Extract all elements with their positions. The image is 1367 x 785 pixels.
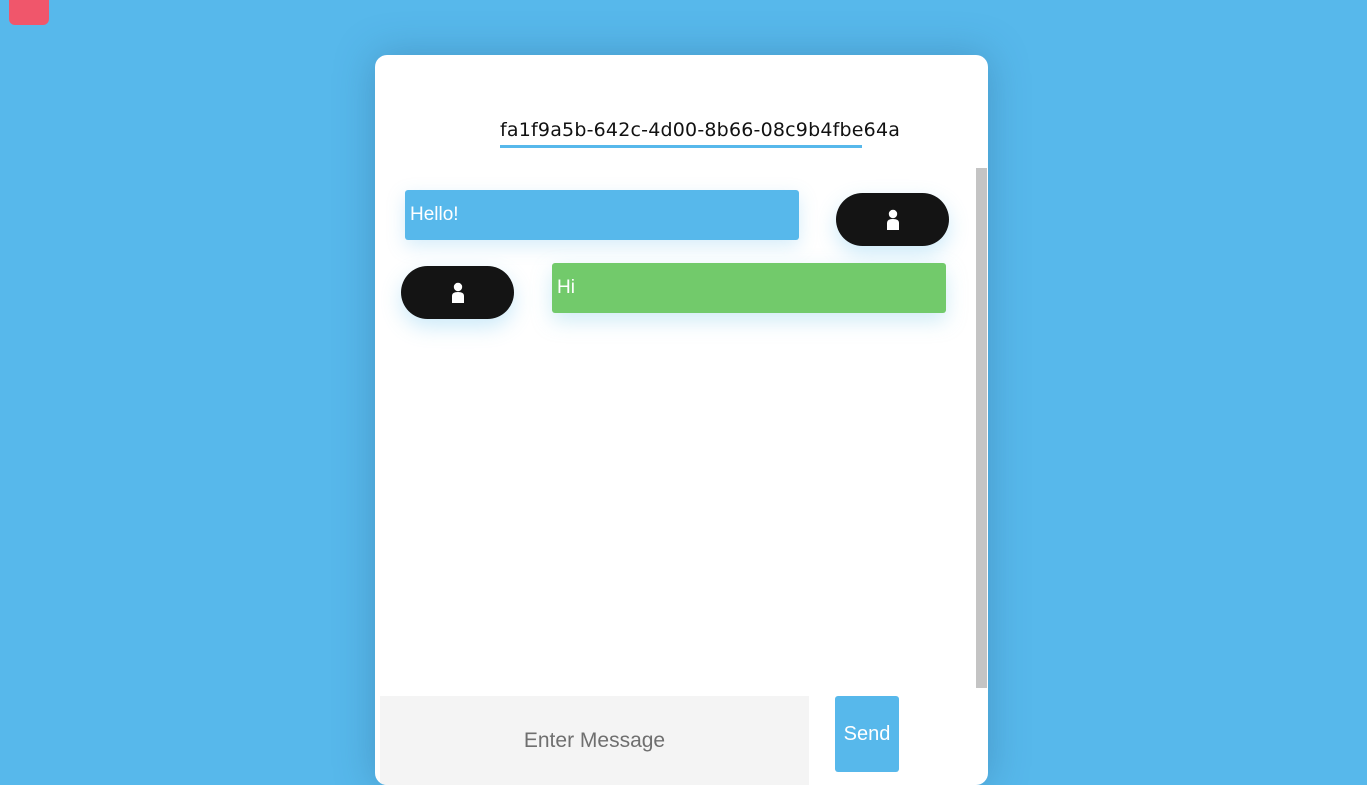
send-button[interactable]: Send — [835, 696, 899, 772]
message-list-scrollbar[interactable] — [975, 168, 988, 688]
user-icon — [886, 209, 900, 231]
room-id-title: fa1f9a5b-642c-4d00-8b66-08c9b4fbe64a — [500, 119, 900, 148]
message-input[interactable] — [380, 696, 809, 785]
sender-avatar — [836, 193, 949, 246]
receiver-avatar — [401, 266, 514, 319]
message-list: Hello! Hi — [375, 168, 975, 688]
user-icon — [451, 282, 465, 304]
message-bubble-received: Hi — [552, 263, 946, 313]
corner-action-button[interactable] — [9, 0, 49, 25]
message-bubble-sent: Hello! — [405, 190, 799, 240]
scrollbar-thumb[interactable] — [976, 168, 987, 688]
chat-window: fa1f9a5b-642c-4d00-8b66-08c9b4fbe64a Hel… — [375, 55, 988, 785]
